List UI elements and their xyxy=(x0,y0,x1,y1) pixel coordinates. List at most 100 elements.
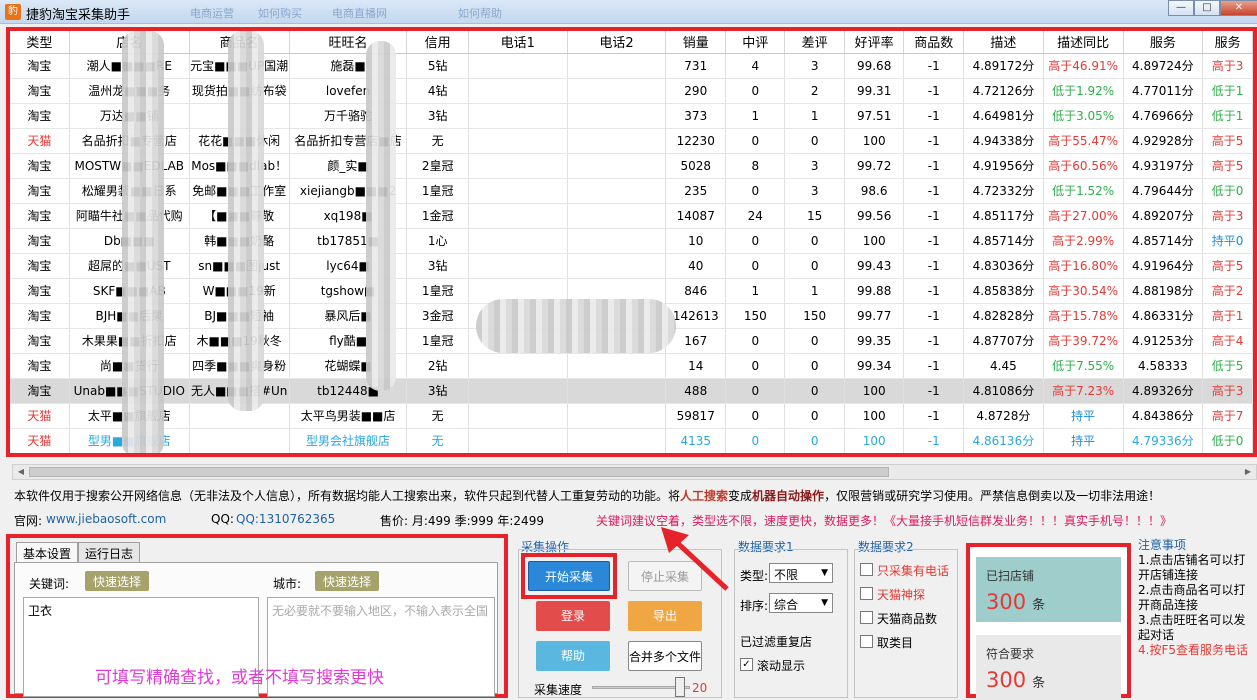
table-row[interactable]: 天猫型男■■旗舰店型男会社旗舰店无413500100-14.86136分持平4.… xyxy=(10,428,1253,453)
table-row[interactable]: 淘宝阿瞄牛社■■品代购【■■■尊敬xq198■1金冠14087241599.56… xyxy=(10,203,1253,229)
cell-phone1 xyxy=(468,253,568,279)
table-row[interactable]: 天猫名品折扣■专营店花花■■■休闲名品折扣专营店■店无1223000100-14… xyxy=(10,128,1253,154)
start-collect-button[interactable]: 开始采集 xyxy=(528,561,610,591)
table-row[interactable]: 淘宝潮人■■■■RE元宝■■■UP国潮施磊■5钻7314399.68-14.89… xyxy=(10,53,1253,79)
speed-slider-thumb[interactable] xyxy=(675,677,686,697)
column-header[interactable]: 电话1 xyxy=(468,31,568,54)
horizontal-scrollbar[interactable]: ◀ ▶ xyxy=(12,464,1257,480)
scroll-left-icon[interactable]: ◀ xyxy=(14,466,28,478)
cell-bad: 0 xyxy=(784,228,845,254)
product-name-link[interactable] xyxy=(189,428,290,453)
cell-phone2 xyxy=(567,228,667,254)
req2-checkbox[interactable] xyxy=(860,563,873,576)
wangwang-link[interactable]: 型男会社旗舰店 xyxy=(289,428,408,453)
scrollbar-thumb[interactable] xyxy=(29,467,889,477)
column-header[interactable]: 描述 xyxy=(963,31,1044,54)
cell-service: 4.79336分 xyxy=(1123,428,1204,453)
cell-sales: 731 xyxy=(665,53,727,79)
column-header[interactable]: 类型 xyxy=(10,31,70,54)
cell-desc-cmp: 低于1.92% xyxy=(1043,78,1124,104)
ghost-tab-2[interactable]: 如何购买 xyxy=(258,5,302,21)
minimize-button[interactable]: — xyxy=(1168,0,1194,16)
req2-checkbox[interactable] xyxy=(860,635,873,648)
column-header[interactable]: 差评 xyxy=(784,31,845,54)
cell-service-cmp: 低于1 xyxy=(1202,78,1253,104)
column-header[interactable]: 服务 xyxy=(1123,31,1204,54)
table-row[interactable]: 淘宝温州龙■■■务现货拍■■纺布袋lovefen4钻2900299.31-14.… xyxy=(10,78,1253,104)
req2-option-label: 天猫神探 xyxy=(877,588,926,602)
table-row[interactable]: 淘宝MOSTW■■EDLABMos■■■dlab！颜_实■2皇冠50288399… xyxy=(10,153,1253,179)
speed-value: 20 xyxy=(692,681,708,695)
cell-service: 4.77011分 xyxy=(1123,78,1204,104)
cell-type: 淘宝 xyxy=(10,78,70,104)
table-row[interactable]: 淘宝Unab■■■STUDIO无人■■■搭#Untb12448■3钻488001… xyxy=(10,378,1253,404)
cell-sales: 846 xyxy=(665,278,727,304)
ghost-tab-3[interactable]: 电商直播网 xyxy=(332,5,387,21)
cell-bad: 0 xyxy=(784,128,845,154)
cell-desc-cmp: 低于3.05% xyxy=(1043,103,1124,129)
cell-credit: 2皇冠 xyxy=(406,153,469,179)
ghost-tab-4[interactable]: 如何帮助 xyxy=(458,5,502,21)
cell-count: -1 xyxy=(903,128,965,154)
tab-basic-settings[interactable]: 基本设置 xyxy=(16,542,79,562)
close-button[interactable]: ✕ xyxy=(1220,0,1257,16)
cell-rate: 100 xyxy=(844,228,905,254)
table-row[interactable]: 淘宝尚■■货行四季■■■爽身粉花蝴蝶■2钻140099.34-14.45低于7.… xyxy=(10,353,1253,379)
settings-tabs: 基本设置 运行日志 xyxy=(16,542,141,562)
table-row[interactable]: 淘宝松耀男装■■日系免邮■■■工作室xiejiangb■■■21皇冠235039… xyxy=(10,178,1253,204)
cell-mid: 0 xyxy=(725,78,786,104)
cell-rate: 99.77 xyxy=(844,303,905,329)
column-header[interactable]: 销量 xyxy=(665,31,727,54)
maximize-button[interactable]: □ xyxy=(1194,0,1220,16)
website-link[interactable]: www.jiebaosoft.com xyxy=(46,512,166,526)
cell-phone2 xyxy=(567,403,667,429)
login-button[interactable]: 登录 xyxy=(536,601,610,631)
ghost-tab-1[interactable]: 电商运营 xyxy=(190,5,234,21)
cell-type: 淘宝 xyxy=(10,203,70,229)
cell-phone1 xyxy=(468,153,568,179)
column-header[interactable]: 电话2 xyxy=(567,31,667,54)
scanned-stat: 已扫店铺 300 条 xyxy=(976,557,1121,622)
column-header[interactable]: 服务 xyxy=(1202,31,1253,54)
cell-type: 天猫 xyxy=(10,428,70,453)
cell-type: 淘宝 xyxy=(10,228,70,254)
req2-checkbox[interactable] xyxy=(860,611,873,624)
table-row[interactable]: 淘宝超屌的■■USTsn■■■图justlyc64■3钻400099.43-14… xyxy=(10,253,1253,279)
app-logo-icon: 豹 xyxy=(5,4,21,20)
column-header[interactable]: 描述同比 xyxy=(1043,31,1124,54)
city-quick-select-button[interactable]: 快速选择 xyxy=(315,571,380,591)
cell-credit: 4钻 xyxy=(406,78,469,104)
keyword-quick-select-button[interactable]: 快速选择 xyxy=(85,571,150,591)
column-header[interactable]: 中评 xyxy=(725,31,786,54)
cell-credit: 3金冠 xyxy=(406,303,469,329)
column-header[interactable]: 好评率 xyxy=(844,31,905,54)
cell-phone1 xyxy=(468,78,568,104)
privacy-blur-product xyxy=(228,31,264,411)
column-header[interactable]: 商品数 xyxy=(903,31,965,54)
wangwang-link[interactable]: 太平鸟男装■■店 xyxy=(289,403,408,429)
table-row[interactable]: 淘宝Db■■■韩■■■奶酪tb17851■1心1000100-14.85714分… xyxy=(10,228,1253,254)
tab-run-log[interactable]: 运行日志 xyxy=(78,542,141,562)
sort-select[interactable]: 综合 ▼ xyxy=(769,593,833,613)
cell-rate: 99.34 xyxy=(844,353,905,379)
column-header[interactable]: 信用 xyxy=(406,31,469,54)
help-button[interactable]: 帮助 xyxy=(536,641,610,671)
export-button[interactable]: 导出 xyxy=(628,601,702,631)
cell-sales: 5028 xyxy=(665,153,727,179)
table-row[interactable]: 天猫太平■■旗舰店太平鸟男装■■店无5981700100-14.8728分持平4… xyxy=(10,403,1253,429)
cell-phone2 xyxy=(567,103,667,129)
window-title: 捷豹淘宝采集助手 xyxy=(26,8,131,23)
type-select[interactable]: 不限 ▼ xyxy=(769,563,833,583)
cell-sales: 40 xyxy=(665,253,727,279)
cell-service-cmp: 高于1 xyxy=(1202,303,1253,329)
cell-phone2 xyxy=(567,203,667,229)
basic-settings-body: 关键词: 快速选择 城市: 快速选择 卫衣 无必要就不要输入地区，不输入表示全国… xyxy=(14,562,498,697)
scroll-right-icon[interactable]: ▶ xyxy=(1241,466,1255,478)
scroll-display-checkbox[interactable]: ✓ xyxy=(740,658,753,671)
merge-files-button[interactable]: 合并多个文件 xyxy=(628,641,702,671)
qq-link[interactable]: QQ:1310762365 xyxy=(236,512,335,526)
cell-desc-cmp: 低于7.55% xyxy=(1043,353,1124,379)
table-row[interactable]: 淘宝万达■■铺万千骆驼3钻3731197.51-14.64981分低于3.05%… xyxy=(10,103,1253,129)
req2-checkbox[interactable] xyxy=(860,587,873,600)
cell-bad: 3 xyxy=(784,178,845,204)
